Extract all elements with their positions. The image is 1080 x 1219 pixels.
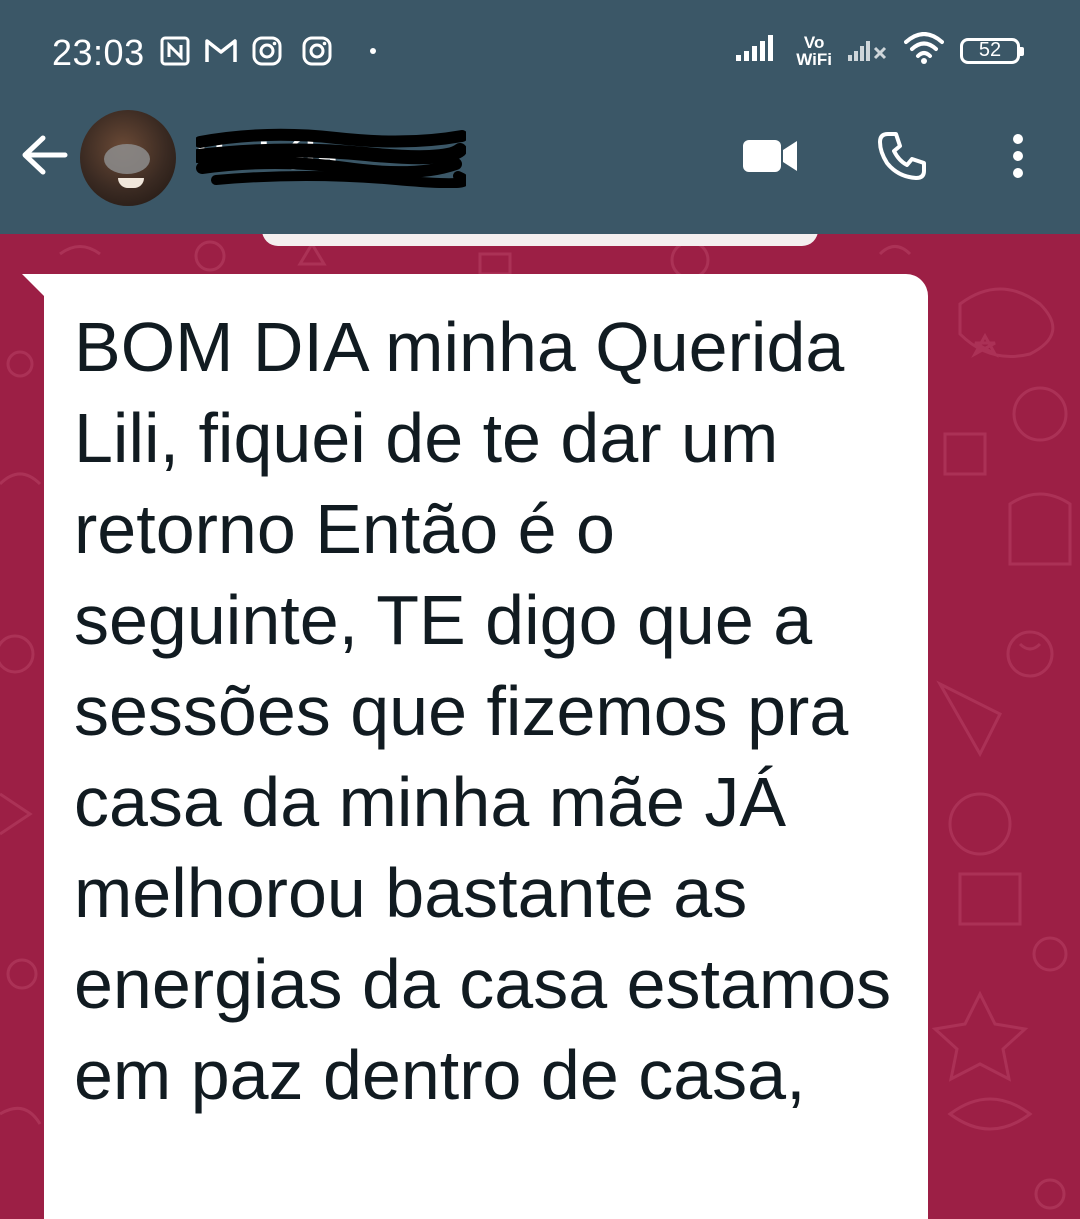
chat-area[interactable]: BOM DIA minha Querida Lili, fiquei de te… bbox=[0, 234, 1080, 1219]
vowifi-top: Vo bbox=[803, 32, 825, 52]
back-arrow-icon bbox=[21, 133, 69, 182]
voice-call-button[interactable] bbox=[872, 130, 932, 186]
more-options-button[interactable] bbox=[988, 130, 1048, 186]
avatar-smile bbox=[118, 178, 144, 188]
more-notifications-dot bbox=[370, 48, 376, 54]
back-button[interactable] bbox=[20, 132, 70, 182]
contact-avatar[interactable] bbox=[80, 110, 176, 206]
nfc-icon bbox=[160, 36, 190, 66]
status-right: Vo WiFi 52 bbox=[736, 32, 1024, 69]
video-call-icon bbox=[741, 136, 799, 181]
previous-message-bubble bbox=[262, 234, 818, 246]
incoming-message-bubble[interactable]: BOM DIA minha Querida Lili, fiquei de te… bbox=[44, 274, 928, 1219]
status-time: 23:03 bbox=[52, 32, 145, 73]
instagram-icon bbox=[252, 36, 282, 66]
app-header: 23:03 Vo WiFi 52 He Léia bbox=[0, 0, 1080, 234]
contact-name-area[interactable]: He Léia bbox=[191, 128, 470, 189]
instagram-icon bbox=[302, 36, 332, 66]
vowifi-bottom: WiFi bbox=[796, 49, 832, 69]
name-redaction-scribble bbox=[191, 128, 470, 193]
more-vert-icon bbox=[1011, 133, 1025, 184]
video-call-button[interactable] bbox=[740, 130, 800, 186]
vowifi-indicator: Vo WiFi bbox=[796, 34, 832, 68]
battery-indicator: 52 bbox=[960, 37, 1024, 64]
notification-icons bbox=[160, 36, 376, 66]
signal-no-service-icon bbox=[848, 33, 888, 68]
signal-icon bbox=[736, 33, 780, 68]
avatar-blur bbox=[104, 144, 150, 174]
phone-icon bbox=[876, 130, 928, 187]
message-text: BOM DIA minha Querida Lili, fiquei de te… bbox=[74, 308, 892, 1114]
gmail-icon bbox=[204, 37, 238, 65]
wifi-icon bbox=[904, 32, 944, 69]
